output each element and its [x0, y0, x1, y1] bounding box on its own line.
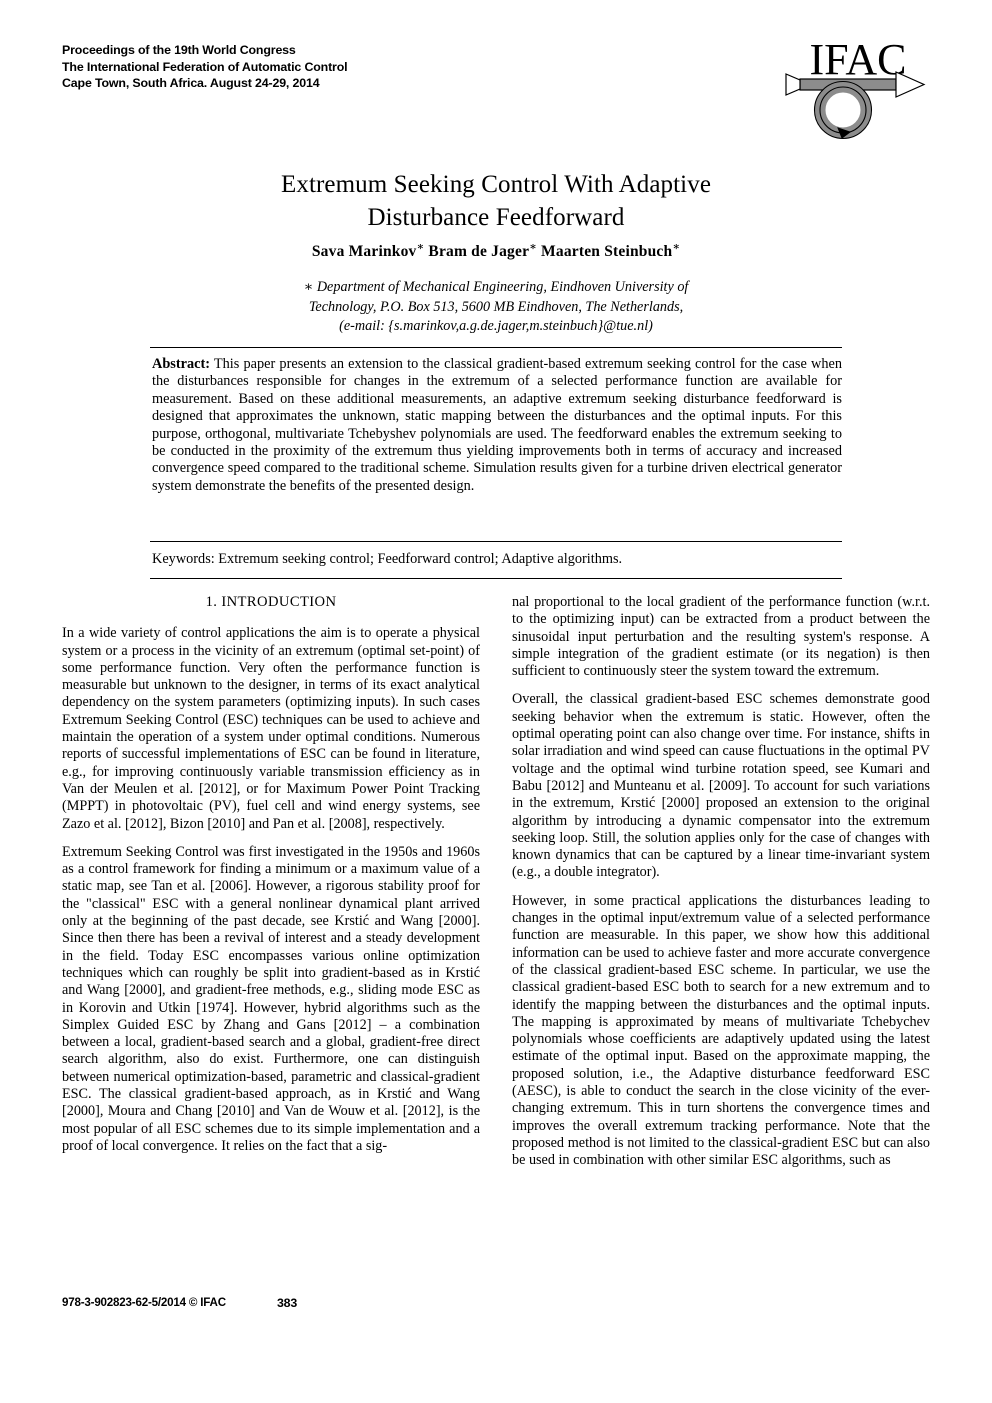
- author-affil-marker-1: ∗: [416, 241, 425, 253]
- paragraph: Overall, the classical gradient-based ES…: [512, 691, 930, 881]
- author-affil-marker-2: ∗: [529, 241, 537, 253]
- abstract-text: This paper presents an extension to the …: [152, 356, 842, 494]
- author-list: Sava Marinkov∗ Bram de Jager∗ Maarten St…: [96, 240, 896, 261]
- conference-info: Proceedings of the 19th World Congress T…: [62, 42, 348, 92]
- paragraph: However, in some practical applications …: [512, 892, 930, 1169]
- author-affiliation: ∗ Department of Mechanical Engineering, …: [176, 278, 816, 337]
- author-name-1: Sava Marinkov: [311, 243, 417, 261]
- affiliation-line-2: Technology, P.O. Box 513, 5600 MB Eindho…: [308, 298, 684, 315]
- page-header: Proceedings of the 19th World Congress T…: [62, 35, 942, 154]
- paper-page: Proceedings of the 19th World Congress T…: [0, 0, 992, 1403]
- paper-title-line-2: Disturbance Feedforward: [367, 204, 625, 231]
- keywords-line: Keywords: Extremum seeking control; Feed…: [152, 551, 623, 567]
- body-column-left: 1. INTRODUCTION In a wide variety of con…: [62, 594, 480, 1155]
- body-column-right: nal proportional to the local gradient o…: [512, 594, 930, 1170]
- logo-arrow-head: [895, 71, 926, 98]
- conference-line-3: Cape Town, South Africa. August 24-29, 2…: [62, 76, 320, 90]
- author-name-2: Bram de Jager: [428, 243, 530, 261]
- logo-input-funnel: [785, 73, 801, 96]
- conference-line-1: Proceedings of the 19th World Congress: [62, 43, 296, 57]
- author-affil-marker-3: ∗: [672, 241, 681, 253]
- affiliation-line-1: ∗ Department of Mechanical Engineering, …: [303, 279, 689, 295]
- author-name-3: Maarten Steinbuch: [541, 243, 673, 261]
- paragraph: In a wide variety of control application…: [62, 625, 480, 832]
- ifac-logo-text: IFAC: [810, 35, 907, 84]
- abstract-rule-middle: [150, 541, 842, 542]
- abstract-label: Abstract:: [152, 356, 210, 372]
- page-number: 383: [276, 1296, 298, 1310]
- logo-feedback-ring-outline-inner: [819, 86, 867, 134]
- section-heading-introduction: 1. INTRODUCTION: [205, 594, 337, 610]
- paper-title: Extremum Seeking Control With Adaptive D…: [96, 168, 896, 234]
- conference-line-2: The International Federation of Automati…: [62, 59, 348, 74]
- paragraph: nal proportional to the local gradient o…: [512, 594, 930, 680]
- ifac-logo: IFAC: [772, 28, 942, 150]
- abstract-rule-bottom: [150, 578, 842, 579]
- paper-title-line-1: Extremum Seeking Control With Adaptive: [280, 171, 712, 198]
- abstract-rule-top: [150, 347, 842, 348]
- abstract-block: Abstract: This paper presents an extensi…: [152, 356, 842, 495]
- page-footer: 978-3-902823-62-5/2014 © IFAC 383: [62, 1296, 942, 1316]
- affiliation-line-3: (e-mail: {s.marinkov,a.g.de.jager,m.stei…: [339, 318, 653, 334]
- paragraph: Extremum Seeking Control was first inves…: [62, 843, 480, 1154]
